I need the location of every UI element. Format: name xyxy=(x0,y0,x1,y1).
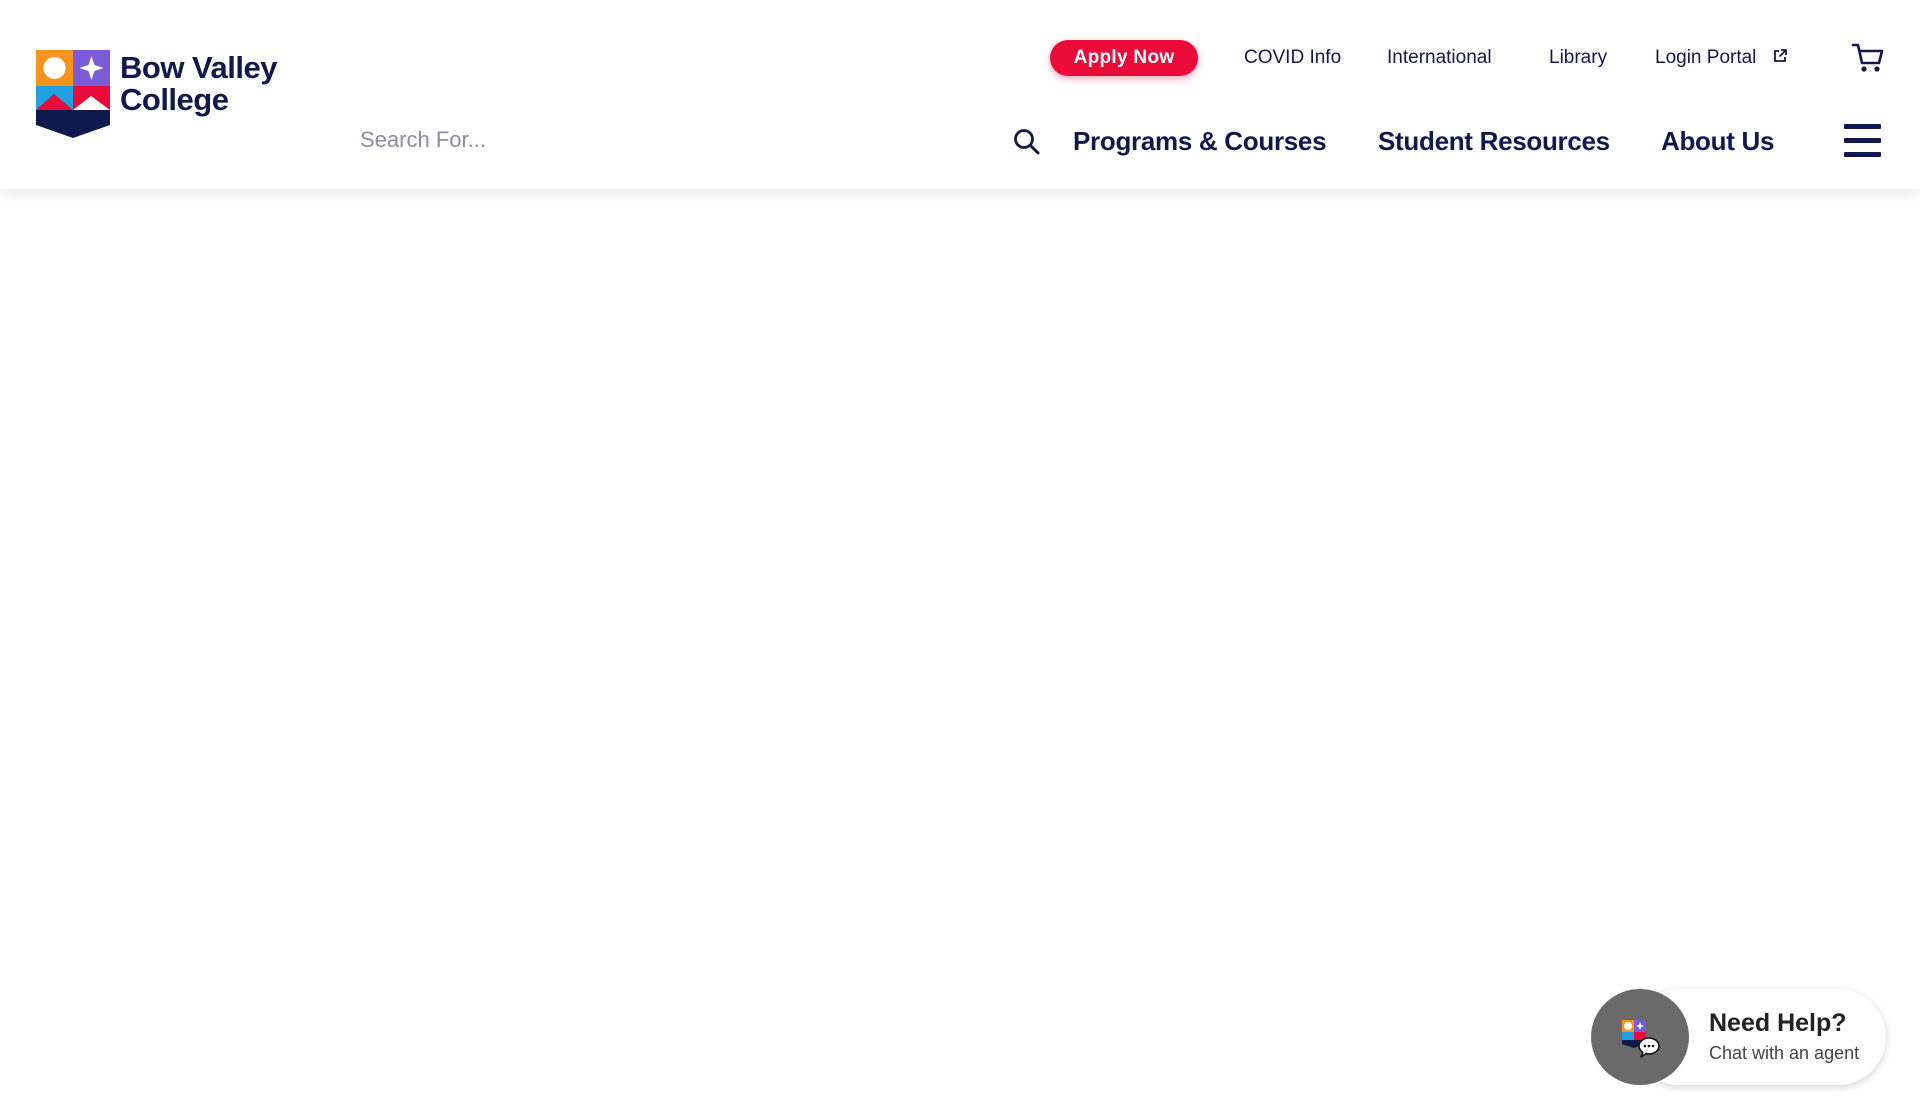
international-link[interactable]: International xyxy=(1387,44,1492,72)
wordmark-line-2: College xyxy=(120,82,229,117)
cart-icon[interactable] xyxy=(1851,42,1885,74)
chat-title: Need Help? xyxy=(1709,1009,1847,1037)
search-icon[interactable] xyxy=(1012,127,1042,157)
chat-subtitle: Chat with an agent xyxy=(1709,1043,1860,1063)
external-link-icon xyxy=(1773,49,1787,62)
login-portal-link[interactable]: Login Portal xyxy=(1655,44,1788,72)
covid-info-link[interactable]: COVID Info xyxy=(1244,44,1341,72)
nav-student-resources[interactable]: Student Resources xyxy=(1378,122,1610,160)
hamburger-menu-icon[interactable] xyxy=(1844,124,1882,158)
college-crest-icon xyxy=(36,50,110,138)
nav-programs-courses[interactable]: Programs & Courses xyxy=(1073,122,1327,160)
chat-widget[interactable]: Need Help? Chat with an agent xyxy=(1591,989,1886,1085)
college-wordmark: Bow Valley College xyxy=(120,52,277,116)
login-portal-label: Login Portal xyxy=(1655,47,1757,68)
wordmark-line-1: Bow Valley xyxy=(120,50,277,85)
apply-now-button[interactable]: Apply Now xyxy=(1050,40,1198,76)
library-link[interactable]: Library xyxy=(1549,44,1607,72)
chat-bubble-icon xyxy=(1622,1020,1660,1058)
site-header: Bow Valley College Apply Now COVID Info … xyxy=(0,0,1920,189)
search-input[interactable] xyxy=(352,120,992,160)
college-logo[interactable]: Bow Valley College xyxy=(36,50,296,140)
chat-avatar xyxy=(1591,989,1689,1085)
page-content xyxy=(0,189,1920,1118)
nav-about-us[interactable]: About Us xyxy=(1661,122,1774,160)
